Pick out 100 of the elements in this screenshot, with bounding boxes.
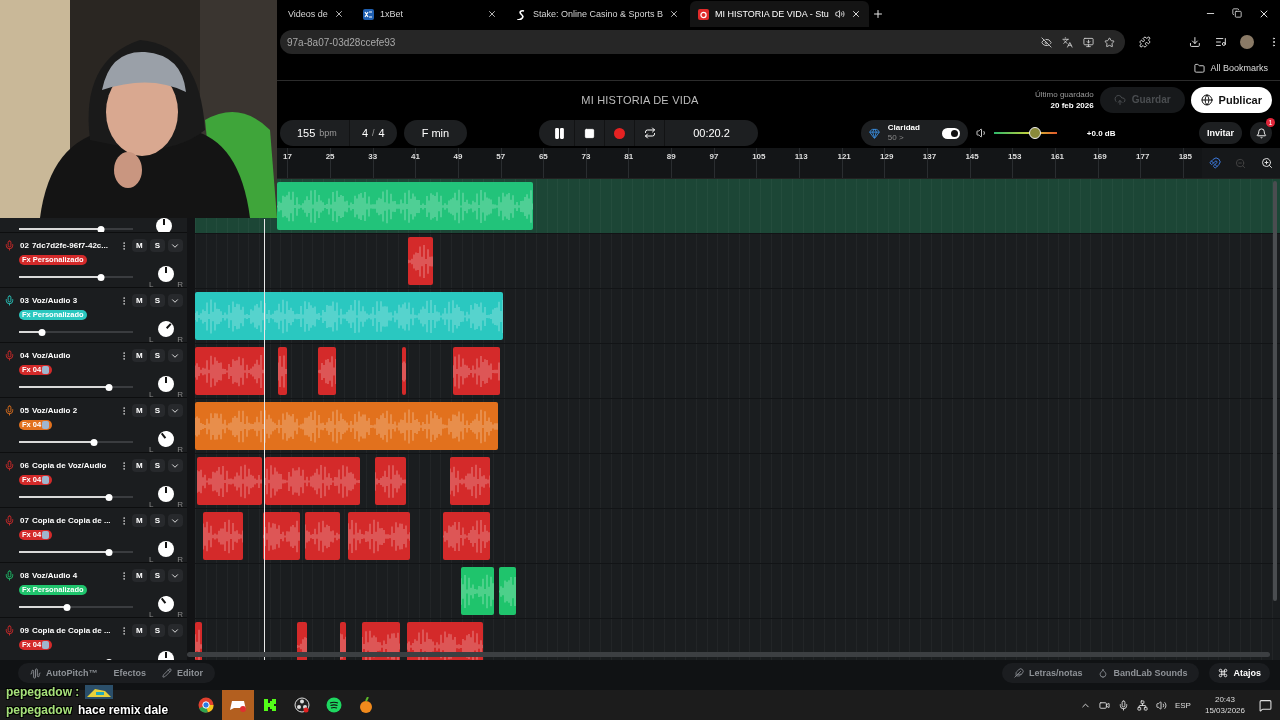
solo-button[interactable]: S xyxy=(149,624,165,637)
browser-tab[interactable]: Videos de xyxy=(280,1,352,27)
scrollbar[interactable] xyxy=(1273,181,1277,601)
audio-clip[interactable] xyxy=(203,512,243,560)
solo-button[interactable]: S xyxy=(149,514,165,527)
browser-tab[interactable]: 1xBet xyxy=(354,1,505,27)
solo-button[interactable]: S xyxy=(149,349,165,362)
mute-button[interactable]: M xyxy=(131,459,147,472)
slider-thumb[interactable] xyxy=(105,493,113,501)
track-name[interactable]: Voz/Audio 2 xyxy=(31,406,116,415)
publish-button[interactable]: Publicar xyxy=(1190,86,1272,113)
mute-button[interactable]: M xyxy=(131,624,147,637)
expand-button[interactable] xyxy=(167,624,183,637)
solo-button[interactable]: S xyxy=(149,294,165,307)
audio-clip[interactable] xyxy=(195,402,498,450)
camera-icon[interactable] xyxy=(1098,699,1110,711)
browser-tab[interactable]: Stake: Online Casino & Sports B xyxy=(507,1,687,27)
install-icon[interactable] xyxy=(1083,36,1095,48)
audio-clip[interactable] xyxy=(197,457,262,505)
pan-knob[interactable] xyxy=(156,218,172,232)
extensions-icon[interactable] xyxy=(1139,36,1152,48)
download-icon[interactable] xyxy=(1188,36,1201,48)
track-name[interactable]: Copia de Copia de ... xyxy=(31,626,116,635)
expand-button[interactable] xyxy=(167,349,183,362)
audio-clip[interactable] xyxy=(453,347,500,395)
mute-button[interactable]: M xyxy=(131,569,147,582)
tool-button[interactable]: AutoPitch™ xyxy=(24,666,104,680)
tool-button[interactable]: Efectos xyxy=(107,666,152,680)
expand-button[interactable] xyxy=(167,294,183,307)
track-name[interactable]: Voz/Audio 3 xyxy=(31,296,116,305)
close-icon[interactable] xyxy=(333,9,344,19)
solo-button[interactable]: S xyxy=(149,569,165,582)
browser-tab[interactable]: MI HISTORIA DE VIDA - Stu xyxy=(689,1,869,27)
shortcuts-button[interactable]: Atajos xyxy=(1209,663,1270,683)
slider-thumb[interactable] xyxy=(38,328,46,336)
restore-icon[interactable] xyxy=(1232,8,1242,18)
language-indicator[interactable]: ESP xyxy=(1174,700,1191,710)
mute-button[interactable]: M xyxy=(131,404,147,417)
speaker-icon[interactable] xyxy=(975,127,988,139)
tool-button[interactable]: Editor xyxy=(156,666,209,680)
slider-thumb[interactable] xyxy=(1028,127,1041,139)
audio-clip[interactable] xyxy=(318,347,336,395)
slider-thumb[interactable] xyxy=(97,273,105,281)
slider-thumb[interactable] xyxy=(97,225,105,232)
close-icon[interactable] xyxy=(668,9,679,19)
slider-thumb[interactable] xyxy=(63,603,71,611)
slider-thumb[interactable] xyxy=(90,438,98,446)
bookmark-star-icon[interactable] xyxy=(1104,36,1116,48)
audio-clip[interactable] xyxy=(195,622,202,660)
media-icon[interactable] xyxy=(1214,36,1227,48)
audio-clip[interactable] xyxy=(450,457,490,505)
expand-button[interactable] xyxy=(167,239,183,252)
tool-button[interactable]: Letras/notas xyxy=(1007,666,1089,680)
speaker-icon[interactable] xyxy=(1155,699,1167,711)
track-name[interactable]: Voz/Audio 4 xyxy=(31,571,116,580)
tool-button[interactable]: BandLab Sounds xyxy=(1092,666,1194,680)
mic-icon[interactable] xyxy=(1117,699,1129,711)
notifications-icon[interactable] xyxy=(1259,698,1272,712)
mute-button[interactable]: M xyxy=(131,349,147,362)
new-tab-icon[interactable] xyxy=(871,8,884,20)
audio-clip[interactable] xyxy=(499,567,516,615)
profile-avatar[interactable] xyxy=(1240,35,1255,49)
close-icon[interactable] xyxy=(1258,8,1270,20)
audio-clip[interactable] xyxy=(277,182,533,230)
expand-button[interactable] xyxy=(167,514,183,527)
audio-clip[interactable] xyxy=(195,292,503,340)
audio-clip[interactable] xyxy=(305,512,340,560)
address-bar[interactable]: 97a-8a07-03d28ccefe93 xyxy=(280,30,1126,54)
time-signature-field[interactable]: 4 / 4 xyxy=(348,120,397,146)
close-icon[interactable] xyxy=(850,9,861,19)
audio-clip[interactable] xyxy=(265,457,360,505)
audio-clip[interactable] xyxy=(340,622,346,660)
mute-button[interactable]: M xyxy=(131,294,147,307)
pan-knob[interactable] xyxy=(157,486,174,502)
track-name[interactable]: Copia de Voz/Audio xyxy=(31,461,116,470)
key-button[interactable]: F min xyxy=(403,120,468,146)
audio-clip[interactable] xyxy=(443,512,490,560)
pan-knob[interactable] xyxy=(157,541,174,557)
mute-button[interactable]: M xyxy=(131,514,147,527)
expand-button[interactable] xyxy=(167,459,183,472)
audio-clip[interactable] xyxy=(263,512,300,560)
zoom-in-icon[interactable] xyxy=(1260,157,1273,169)
close-icon[interactable] xyxy=(486,9,497,19)
mute-button[interactable]: M xyxy=(131,239,147,252)
audio-clip[interactable] xyxy=(402,347,406,395)
track-name[interactable]: 7dc7d2fe-96f7-42c... xyxy=(31,241,116,250)
pan-knob[interactable] xyxy=(157,266,174,282)
solo-button[interactable]: S xyxy=(149,239,165,252)
translate-icon[interactable] xyxy=(1062,36,1074,48)
all-bookmarks-link[interactable]: All Bookmarks xyxy=(1194,62,1268,74)
audio-clip[interactable] xyxy=(297,622,307,660)
audio-clip[interactable] xyxy=(278,347,287,395)
invite-button[interactable]: Invitar xyxy=(1199,122,1242,144)
enhance-toggle[interactable] xyxy=(941,127,960,139)
slider-thumb[interactable] xyxy=(105,548,113,556)
track-name[interactable]: Copia de Copia de ... xyxy=(31,516,116,525)
track-name[interactable]: Voz/Audio xyxy=(31,351,116,360)
solo-button[interactable]: S xyxy=(149,404,165,417)
scrollbar[interactable] xyxy=(187,652,1270,657)
magnet-icon[interactable] xyxy=(1209,157,1222,169)
